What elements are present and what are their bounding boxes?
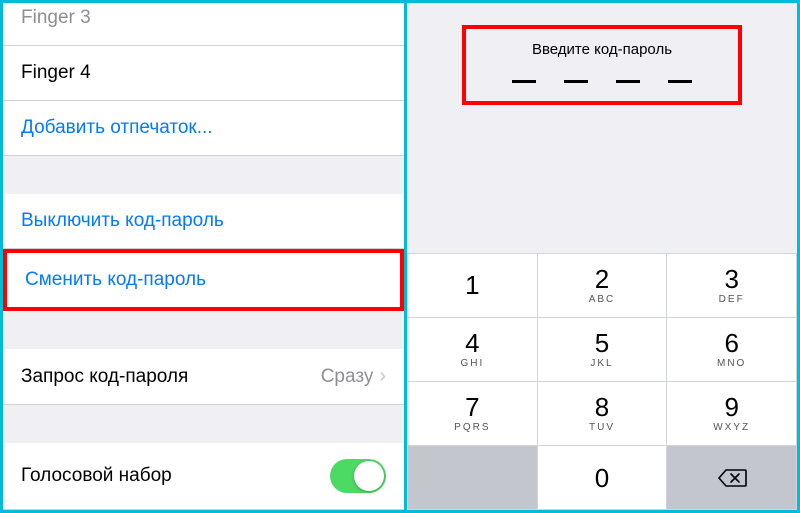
keypad-row-4: 0 — [408, 446, 796, 509]
fingerprint-4-label: Finger 4 — [21, 62, 91, 84]
change-passcode-button[interactable]: Сменить код-пароль — [7, 253, 400, 307]
key-1-digit: 1 — [465, 272, 479, 298]
key-9-letters: WXYZ — [713, 422, 750, 433]
key-backspace[interactable] — [667, 446, 796, 509]
add-fingerprint-label: Добавить отпечаток... — [21, 117, 213, 139]
voice-dial-toggle[interactable] — [330, 459, 386, 493]
change-passcode-label: Сменить код-пароль — [25, 269, 206, 291]
key-5[interactable]: 5 JKL — [538, 318, 667, 381]
key-6-letters: MNO — [717, 358, 746, 369]
key-6-digit: 6 — [724, 330, 738, 356]
disable-passcode-label: Выключить код-пароль — [21, 210, 224, 232]
key-6[interactable]: 6 MNO — [667, 318, 796, 381]
fingerprint-3-label: Finger 3 — [21, 7, 91, 29]
passcode-dash-1 — [512, 80, 536, 83]
key-0-digit: 0 — [595, 465, 609, 491]
voice-dial-row: Голосовой набор — [3, 443, 404, 510]
keypad-row-1: 1 2 ABC 3 DEF — [408, 254, 796, 317]
section-gap-3 — [3, 405, 404, 443]
key-2-letters: ABC — [589, 294, 616, 305]
require-passcode-value: Сразу — [321, 366, 374, 388]
require-passcode-label: Запрос код-пароля — [21, 366, 188, 388]
key-7-digit: 7 — [465, 394, 479, 420]
voice-dial-label: Голосовой набор — [21, 465, 172, 487]
key-9[interactable]: 9 WXYZ — [667, 382, 796, 445]
key-8-digit: 8 — [595, 394, 609, 420]
require-passcode-value-wrap: Сразу › — [321, 365, 386, 388]
backspace-icon — [717, 468, 747, 488]
key-9-digit: 9 — [724, 394, 738, 420]
highlight-enter-passcode: Введите код-пароль — [462, 25, 742, 105]
fingerprint-item-4[interactable]: Finger 4 — [3, 46, 404, 101]
section-gap-1 — [3, 156, 404, 194]
disable-passcode-button[interactable]: Выключить код-пароль — [3, 194, 404, 249]
chevron-right-icon: › — [379, 365, 386, 388]
toggle-knob — [354, 461, 384, 491]
key-4-letters: GHI — [460, 358, 484, 369]
enter-passcode-label: Введите код-пароль — [476, 41, 728, 58]
key-3[interactable]: 3 DEF — [667, 254, 796, 317]
key-2[interactable]: 2 ABC — [538, 254, 667, 317]
require-passcode-row[interactable]: Запрос код-пароля Сразу › — [3, 349, 404, 405]
passcode-dash-4 — [668, 80, 692, 83]
passcode-dash-2 — [564, 80, 588, 83]
section-gap-2 — [3, 311, 404, 349]
highlight-change-passcode: Сменить код-пароль — [3, 249, 404, 311]
key-2-digit: 2 — [595, 266, 609, 292]
passcode-dash-3 — [616, 80, 640, 83]
key-7[interactable]: 7 PQRS — [408, 382, 537, 445]
spacer — [407, 105, 797, 253]
key-blank — [408, 446, 537, 509]
keypad-row-3: 7 PQRS 8 TUV 9 WXYZ — [408, 382, 796, 445]
key-8[interactable]: 8 TUV — [538, 382, 667, 445]
key-1[interactable]: 1 — [408, 254, 537, 317]
fingerprint-item-3[interactable]: Finger 3 — [3, 3, 404, 46]
passcode-entry-screen: Введите код-пароль 1 2 ABC 3 DEF 4 GHI 5 JKL… — [407, 3, 797, 510]
keypad-row-2: 4 GHI 5 JKL 6 MNO — [408, 318, 796, 381]
key-3-digit: 3 — [724, 266, 738, 292]
key-3-letters: DEF — [719, 294, 745, 305]
add-fingerprint-button[interactable]: Добавить отпечаток... — [3, 101, 404, 156]
key-5-letters: JKL — [590, 358, 613, 369]
screenshot-container: Finger 3 Finger 4 Добавить отпечаток... … — [0, 0, 800, 513]
numeric-keypad: 1 2 ABC 3 DEF 4 GHI 5 JKL 6 MNO 7 PQRS 8 TUV 9 W… — [407, 253, 797, 510]
key-4[interactable]: 4 GHI — [408, 318, 537, 381]
passcode-dots — [476, 80, 728, 83]
key-8-letters: TUV — [589, 422, 615, 433]
key-5-digit: 5 — [595, 330, 609, 356]
key-0[interactable]: 0 — [538, 446, 667, 509]
key-7-letters: PQRS — [454, 422, 490, 433]
settings-list: Finger 3 Finger 4 Добавить отпечаток... … — [3, 3, 407, 510]
key-4-digit: 4 — [465, 330, 479, 356]
